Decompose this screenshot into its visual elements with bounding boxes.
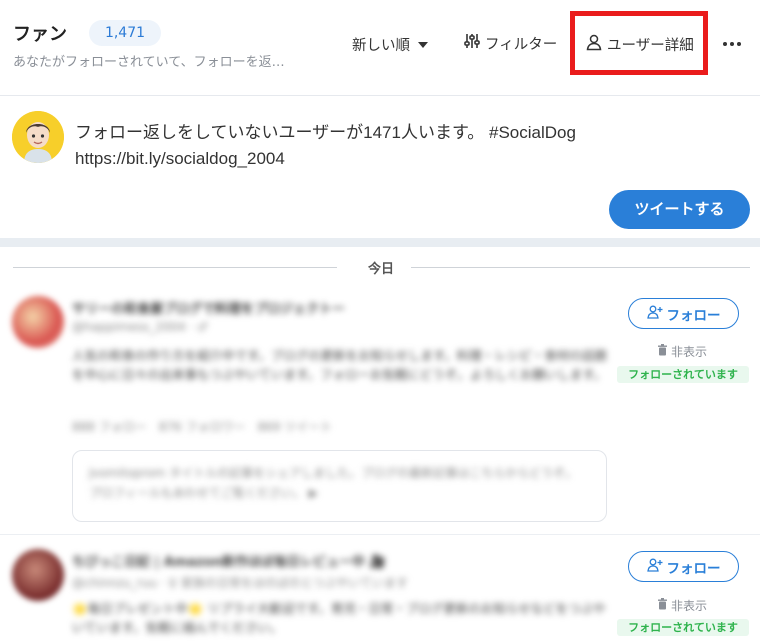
list-item: ちびっこ日記 | Amazon新作ほぼ毎日レビュー中 🎥 @chinnzu_ru… bbox=[0, 541, 760, 641]
suggested-tweet-text: フォロー返しをしていないユーザーが1471人います。 #SocialDog ht… bbox=[75, 120, 576, 172]
follows-you-badge: フォローされています bbox=[617, 619, 749, 636]
hide-button[interactable]: 非表示 bbox=[657, 343, 707, 360]
suggested-tweet-line1: フォロー返しをしていないユーザーが1471人います。 #SocialDog bbox=[75, 123, 576, 142]
suggested-tweet-link: https://bit.ly/socialdog_2004 bbox=[75, 149, 285, 168]
sort-dropdown[interactable]: 新しい順 bbox=[352, 34, 428, 55]
filter-label: フィルター bbox=[485, 36, 558, 53]
user-bio: 人気の和食の作り方を紹介中です。ブログの更新をお知らせします。料理・レシピ・食材… bbox=[72, 348, 607, 382]
user-name[interactable]: ちびっこ日記 | Amazon新作ほぼ毎日レビュー中 🎥 bbox=[72, 551, 386, 570]
section-separator bbox=[0, 238, 760, 247]
more-icon[interactable] bbox=[718, 30, 746, 58]
user-avatar[interactable] bbox=[12, 296, 64, 348]
follow-button[interactable]: フォロー bbox=[628, 551, 739, 582]
follow-label: フォロー bbox=[666, 560, 721, 577]
user-avatar[interactable] bbox=[12, 549, 64, 601]
user-handle: @happimess_2004 · ♂ bbox=[72, 320, 208, 334]
user-stats: 888 フォロー 876 フォロワー 869 ツイート bbox=[72, 420, 333, 434]
hide-button[interactable]: 非表示 bbox=[657, 597, 707, 614]
user-bio: 🌟毎日プレゼント中🌟 リプライ大歓迎です。育児・日常・ブログ更新のお知らせなどを… bbox=[72, 601, 606, 635]
add-user-icon bbox=[646, 305, 663, 323]
filter-button[interactable]: フィルター bbox=[463, 32, 557, 54]
sort-label: 新しい順 bbox=[352, 38, 410, 54]
follows-you-badge: フォローされています bbox=[617, 366, 749, 383]
pinned-tweet-card[interactable]: Jvomitoprom タイトルの記事をシェアしました。ブログの最新記事はこちら… bbox=[72, 450, 607, 522]
page-header: ファン 1,471 あなたがフォローされていて、フォローを返… 新しい順 フィル… bbox=[0, 0, 760, 96]
user-detail-label: ユーザー詳細 bbox=[607, 37, 694, 54]
chevron-down-icon bbox=[418, 41, 428, 48]
avatar bbox=[12, 111, 64, 163]
trash-icon bbox=[657, 598, 668, 613]
hide-label: 非表示 bbox=[671, 599, 708, 613]
row-divider bbox=[0, 534, 760, 535]
follow-label: フォロー bbox=[666, 307, 721, 324]
user-icon bbox=[585, 33, 603, 55]
page-title: ファン bbox=[13, 24, 67, 45]
list-item: サリーの和食屋ブログで料理をプロジェクトー @happimess_2004 · … bbox=[0, 290, 760, 540]
trash-icon bbox=[657, 344, 668, 359]
fan-count-badge: 1,471 bbox=[89, 20, 161, 46]
user-handle: @chinnzu_ruu · ♀ 家族の日常をほのぼのとつぶやいています bbox=[72, 576, 409, 590]
hide-label: 非表示 bbox=[671, 345, 708, 359]
follow-button[interactable]: フォロー bbox=[628, 298, 739, 329]
add-user-icon bbox=[646, 558, 663, 576]
day-label: 今日 bbox=[367, 262, 394, 277]
tweet-button[interactable]: ツイートする bbox=[609, 190, 750, 229]
page-subtitle: あなたがフォローされていて、フォローを返… bbox=[13, 55, 285, 70]
sliders-icon bbox=[463, 32, 481, 54]
user-name[interactable]: サリーの和食屋ブログで料理をプロジェクトー bbox=[72, 298, 345, 317]
pinned-tweet-text: Jvomitoprom タイトルの記事をシェアしました。ブログの最新記事はこちら… bbox=[89, 466, 578, 500]
user-detail-button[interactable]: ユーザー詳細 bbox=[585, 33, 694, 55]
day-divider: 今日 bbox=[13, 258, 750, 277]
